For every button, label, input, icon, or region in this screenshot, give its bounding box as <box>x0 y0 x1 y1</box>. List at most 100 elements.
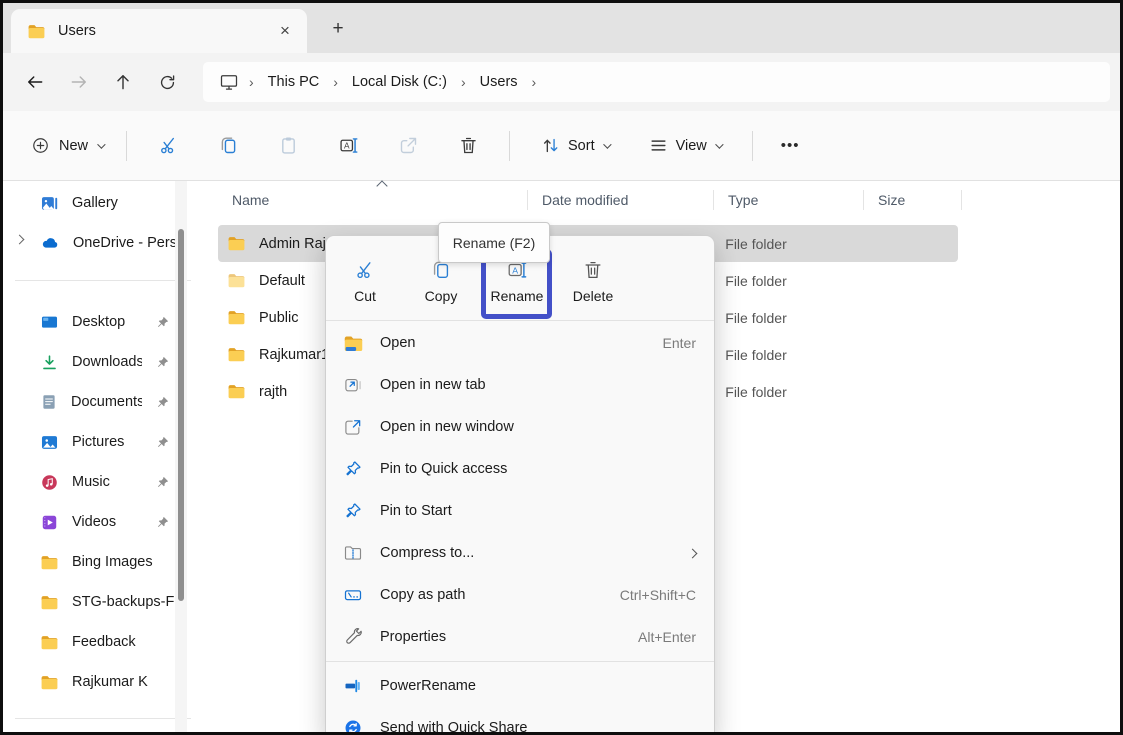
breadcrumb-chevron-icon: › <box>239 74 264 90</box>
quick-action-label: Cut <box>354 288 376 304</box>
delete-button[interactable] <box>447 126 489 166</box>
new-button-label: New <box>59 138 88 154</box>
music-icon <box>40 473 59 492</box>
cut-button[interactable] <box>147 126 189 166</box>
sidebar-item-videos[interactable]: Videos <box>3 502 203 542</box>
title-bar: Users × + <box>3 3 1120 53</box>
folder-open-icon <box>342 332 364 354</box>
column-header-size[interactable]: Size <box>864 181 962 219</box>
sort-button[interactable]: Sort <box>529 128 621 163</box>
menu-item-powerrename[interactable]: PowerRename <box>326 665 714 707</box>
sidebar-item-label: Gallery <box>72 195 118 211</box>
expand-chevron-icon[interactable] <box>15 235 25 245</box>
menu-item-label: Open in new window <box>380 419 514 435</box>
see-more-button[interactable]: ••• <box>773 126 808 166</box>
pin-icon <box>155 515 170 530</box>
sidebar-item-gallery[interactable]: Gallery <box>3 183 203 223</box>
pin-icon <box>155 315 170 330</box>
sidebar-item-label: Downloads <box>72 354 142 370</box>
chevron-down-icon <box>715 140 723 148</box>
sidebar-item-label: Videos <box>72 514 116 530</box>
menu-item-open-in-new-window[interactable]: Open in new window <box>326 406 714 448</box>
menu-item-copy-as-path[interactable]: Copy as path Ctrl+Shift+C <box>326 574 714 616</box>
breadcrumb-users[interactable]: Users <box>476 70 522 94</box>
navigation-pane: Gallery OneDrive - Pers Desktop <box>3 181 203 734</box>
context-cut-button[interactable]: Cut <box>330 249 400 313</box>
tab-users[interactable]: Users × <box>11 9 307 53</box>
share-button[interactable] <box>387 126 429 166</box>
menu-item-properties[interactable]: Properties Alt+Enter <box>326 616 714 658</box>
sidebar-item-documents[interactable]: Documents <box>3 382 203 422</box>
folder-icon <box>227 382 246 401</box>
sidebar-item-rajkumar-k[interactable]: Rajkumar K <box>3 662 203 702</box>
menu-item-label: Pin to Start <box>380 503 452 519</box>
address-bar[interactable]: › This PC › Local Disk (C:) › Users › <box>203 62 1110 102</box>
file-name: Admin Raj <box>259 236 326 252</box>
sort-button-label: Sort <box>568 138 595 154</box>
paste-button[interactable] <box>267 126 309 166</box>
menu-item-label: Compress to... <box>380 545 474 561</box>
view-button-label: View <box>676 138 707 154</box>
context-delete-button[interactable]: Delete <box>558 249 628 313</box>
menu-item-pin-to-start[interactable]: Pin to Start <box>326 490 714 532</box>
menu-item-open[interactable]: Open Enter <box>326 322 714 364</box>
sidebar-item-desktop[interactable]: Desktop <box>3 302 203 342</box>
back-button[interactable] <box>13 63 57 101</box>
menu-item-label: Send with Quick Share <box>380 720 528 735</box>
column-header-date-modified[interactable]: Date modified <box>528 181 714 219</box>
pictures-icon <box>40 433 59 452</box>
new-tab-button[interactable]: + <box>324 15 352 43</box>
menu-item-shortcut: Alt+Enter <box>638 629 696 645</box>
up-button[interactable] <box>101 63 145 101</box>
tab-close-button[interactable]: × <box>271 17 299 45</box>
desktop-icon <box>40 313 59 332</box>
breadcrumb-local-disk-c[interactable]: Local Disk (C:) <box>348 70 451 94</box>
refresh-button[interactable] <box>145 63 189 101</box>
sidebar-item-bing-images[interactable]: Bing Images <box>3 542 203 582</box>
sidebar-item-label: Pictures <box>72 434 124 450</box>
menu-item-open-in-new-tab[interactable]: Open in new tab <box>326 364 714 406</box>
sidebar-item-pictures[interactable]: Pictures <box>3 422 203 462</box>
powerrename-icon <box>342 675 364 697</box>
column-header-type[interactable]: Type <box>714 181 864 219</box>
pin-icon <box>155 355 170 370</box>
sidebar-scrollbar[interactable] <box>175 181 187 734</box>
column-header-name[interactable]: Name <box>218 181 528 219</box>
breadcrumb-this-pc[interactable]: This PC <box>264 70 324 94</box>
wrench-icon <box>342 626 364 648</box>
sidebar-item-label: Bing Images <box>72 554 153 570</box>
menu-item-label: Properties <box>380 629 446 645</box>
quick-action-label: Copy <box>425 288 458 304</box>
forward-button[interactable] <box>57 63 101 101</box>
breadcrumb-chevron-icon: › <box>323 74 348 90</box>
sidebar-item-stg-backups[interactable]: STG-backups-Fl <box>3 582 203 622</box>
sidebar-item-downloads[interactable]: Downloads <box>3 342 203 382</box>
file-name: rajth <box>259 384 287 400</box>
file-name: Public <box>259 310 299 326</box>
sidebar-item-label: STG-backups-Fl <box>72 594 178 610</box>
sidebar-item-onedrive[interactable]: OneDrive - Pers <box>3 223 203 263</box>
sidebar-item-music[interactable]: Music <box>3 462 203 502</box>
chevron-down-icon <box>603 140 611 148</box>
menu-item-compress-to[interactable]: Compress to... <box>326 532 714 574</box>
sidebar-scrollbar-thumb[interactable] <box>178 229 184 601</box>
menu-item-send-with-quick-share[interactable]: Send with Quick Share <box>326 707 714 735</box>
copy-button[interactable] <box>207 126 249 166</box>
file-type: File folder <box>711 236 860 252</box>
breadcrumb-chevron-icon: › <box>451 74 476 90</box>
context-menu-items: Open Enter Open in new tab Open in new w… <box>326 321 714 735</box>
folder-icon <box>227 345 246 364</box>
pin-icon <box>155 395 170 410</box>
sidebar-item-feedback[interactable]: Feedback <box>3 622 203 662</box>
sidebar-item-label: Desktop <box>72 314 125 330</box>
view-button[interactable]: View <box>637 128 733 163</box>
documents-icon <box>40 393 58 411</box>
sidebar-item-label: Rajkumar K <box>72 674 148 690</box>
file-type: File folder <box>711 310 860 326</box>
sidebar-divider <box>15 280 191 281</box>
menu-item-pin-to-quick-access[interactable]: Pin to Quick access <box>326 448 714 490</box>
new-button[interactable]: New <box>19 128 115 163</box>
file-type: File folder <box>711 384 860 400</box>
rename-button[interactable]: A <box>327 126 369 166</box>
pin-icon <box>155 435 170 450</box>
